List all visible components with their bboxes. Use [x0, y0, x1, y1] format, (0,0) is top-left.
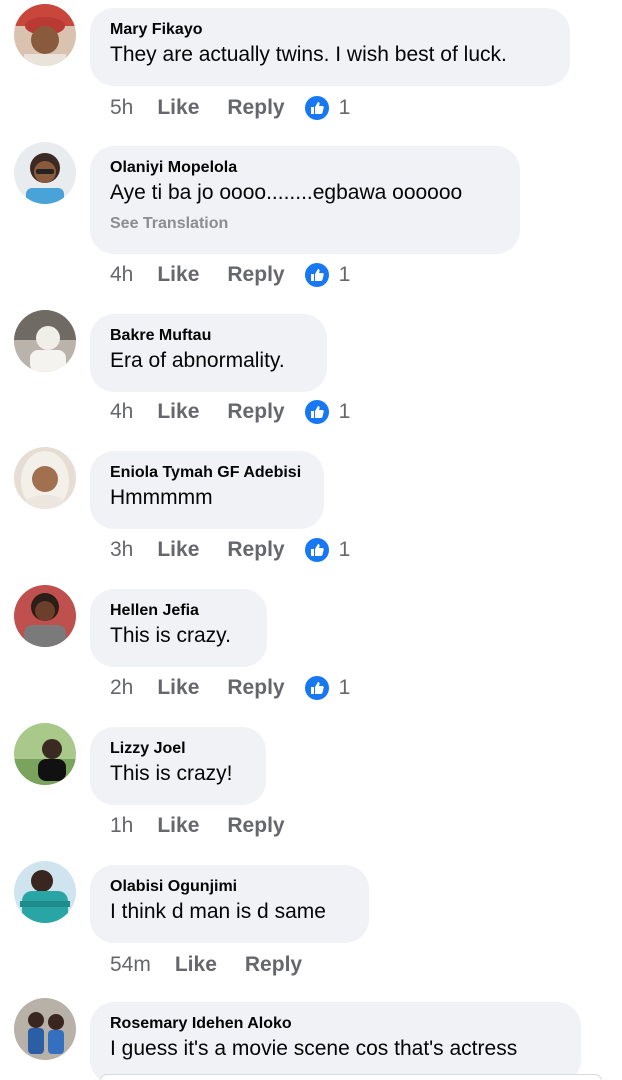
comment-timestamp[interactable]: 5h — [110, 96, 133, 120]
comment-author[interactable]: Olabisi Ogunjimi — [110, 877, 349, 897]
avatar-photo-icon — [14, 4, 76, 66]
reply-button[interactable]: Reply — [227, 676, 284, 700]
avatar-photo-icon — [14, 723, 76, 785]
reaction-summary[interactable]: 1 — [302, 398, 351, 426]
avatar[interactable] — [14, 723, 76, 785]
see-translation-link[interactable]: See Translation — [110, 214, 500, 234]
like-button[interactable]: Like — [157, 96, 199, 120]
avatar[interactable] — [14, 998, 76, 1060]
like-button[interactable]: Like — [157, 676, 199, 700]
comment-actions: 2h Like Reply 1 — [110, 673, 350, 703]
comment-timestamp[interactable]: 3h — [110, 538, 133, 562]
comment-text: Aye ti ba jo oooo........egbawa oooooo — [110, 181, 463, 204]
thumbs-up-icon — [302, 674, 331, 702]
comment-author[interactable]: Bakre Muftau — [110, 326, 307, 346]
comment-timestamp[interactable]: 4h — [110, 400, 133, 424]
avatar[interactable] — [14, 142, 76, 204]
comment-author[interactable]: Mary Fikayo — [110, 20, 550, 40]
comment-text: Hmmmmm — [110, 486, 213, 509]
comment-timestamp[interactable]: 4h — [110, 263, 133, 287]
thumbs-up-icon — [302, 536, 331, 564]
write-comment-bar[interactable] — [100, 1074, 602, 1080]
reaction-summary[interactable]: 1 — [302, 94, 351, 122]
comment-bubble: Olaniyi Mopelola Aye ti ba jo oooo......… — [90, 146, 520, 254]
reply-button[interactable]: Reply — [227, 400, 284, 424]
comment-bubble: Olabisi Ogunjimi I think d man is d same — [90, 865, 369, 943]
comment-author[interactable]: Rosemary Idehen Aloko — [110, 1014, 561, 1034]
comment-actions: 4h Like Reply 1 — [110, 397, 350, 427]
comment-text: This is crazy! — [110, 762, 233, 785]
avatar[interactable] — [14, 4, 76, 66]
comment-bubble: Lizzy Joel This is crazy! — [90, 727, 266, 805]
reply-button[interactable]: Reply — [227, 96, 284, 120]
avatar[interactable] — [14, 447, 76, 509]
reaction-count: 1 — [338, 96, 351, 119]
comment-text: This is crazy. — [110, 624, 231, 647]
reaction-count: 1 — [338, 263, 351, 286]
comment-actions: 3h Like Reply 1 — [110, 535, 350, 565]
like-button[interactable]: Like — [157, 814, 199, 838]
thumbs-up-icon — [302, 261, 331, 289]
comment-actions: 54m Like Reply — [110, 950, 330, 980]
reply-button[interactable]: Reply — [245, 953, 302, 977]
comment-author[interactable]: Lizzy Joel — [110, 739, 246, 759]
like-button[interactable]: Like — [157, 538, 199, 562]
comment-author[interactable]: Olaniyi Mopelola — [110, 158, 500, 178]
reaction-count: 1 — [338, 538, 351, 561]
comment-timestamp[interactable]: 2h — [110, 676, 133, 700]
comment-text: I think d man is d same — [110, 900, 326, 923]
comment-text: They are actually twins. I wish best of … — [110, 43, 507, 66]
avatar-photo-icon — [14, 142, 76, 204]
comment-bubble: Hellen Jefia This is crazy. — [90, 589, 267, 667]
comment-author[interactable]: Eniola Tymah GF Adebisi — [110, 463, 304, 483]
comment-bubble: Eniola Tymah GF Adebisi Hmmmmm — [90, 451, 324, 529]
avatar-photo-icon — [14, 861, 76, 923]
comment-actions: 5h Like Reply 1 — [110, 93, 350, 123]
comment-text: Era of abnormality. — [110, 349, 285, 372]
comment-actions: 1h Like Reply — [110, 811, 313, 841]
comment-text: I guess it's a movie scene cos that's ac… — [110, 1037, 518, 1060]
avatar[interactable] — [14, 861, 76, 923]
comment-bubble: Bakre Muftau Era of abnormality. — [90, 314, 327, 392]
avatar-photo-icon — [14, 310, 76, 372]
comment-bubble: Rosemary Idehen Aloko I guess it's a mov… — [90, 1002, 581, 1080]
reply-button[interactable]: Reply — [227, 814, 284, 838]
comment-timestamp[interactable]: 1h — [110, 814, 133, 838]
like-button[interactable]: Like — [175, 953, 217, 977]
avatar[interactable] — [14, 585, 76, 647]
reply-button[interactable]: Reply — [227, 538, 284, 562]
reaction-count: 1 — [338, 400, 351, 423]
avatar-photo-icon — [14, 447, 76, 509]
thumbs-up-icon — [302, 94, 331, 122]
reply-button[interactable]: Reply — [227, 263, 284, 287]
avatar-photo-icon — [14, 585, 76, 647]
reaction-summary[interactable]: 1 — [302, 261, 351, 289]
comment-bubble: Mary Fikayo They are actually twins. I w… — [90, 8, 570, 86]
avatar-photo-icon — [14, 998, 76, 1060]
thumbs-up-icon — [302, 398, 331, 426]
like-button[interactable]: Like — [157, 400, 199, 424]
comment-timestamp[interactable]: 54m — [110, 953, 151, 977]
reaction-count: 1 — [338, 676, 351, 699]
like-button[interactable]: Like — [157, 263, 199, 287]
comments-feed: Mary Fikayo They are actually twins. I w… — [0, 0, 622, 1080]
avatar[interactable] — [14, 310, 76, 372]
reaction-summary[interactable]: 1 — [302, 674, 351, 702]
reaction-summary[interactable]: 1 — [302, 536, 351, 564]
comment-author[interactable]: Hellen Jefia — [110, 601, 247, 621]
comment-actions: 4h Like Reply 1 — [110, 260, 350, 290]
